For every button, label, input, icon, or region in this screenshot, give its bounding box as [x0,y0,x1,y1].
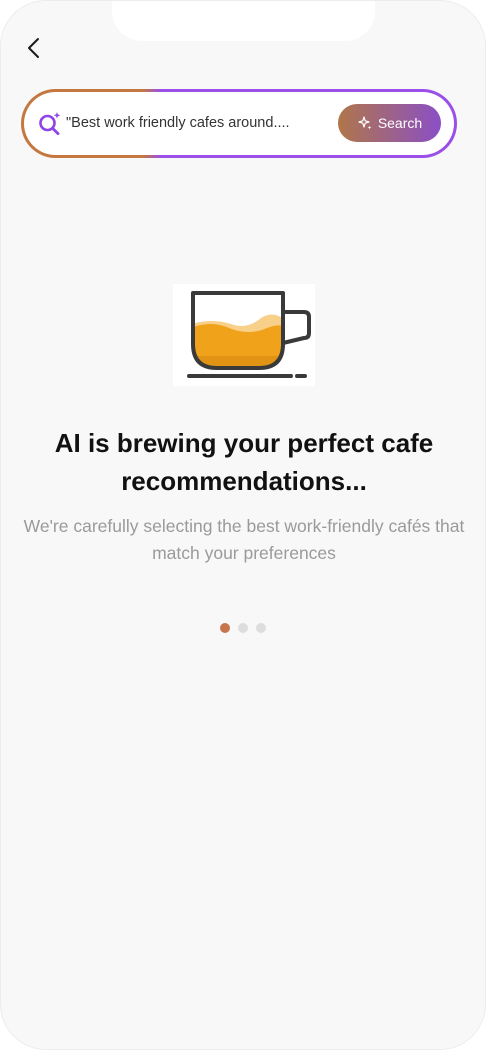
search-button-label: Search [377,115,423,131]
device-notch [112,1,375,41]
loading-subtitle: We're carefully selecting the best work-… [23,516,465,563]
search-button[interactable]: Search [338,104,441,142]
progress-dot [220,623,230,633]
chevron-left-icon [28,38,39,58]
coffee-cup-illustration [173,284,315,386]
back-button[interactable] [19,33,47,63]
phone-screen: Search AI is brewing your perfect cafe r… [0,0,486,1050]
loading-title: AI is brewing your perfect cafe recommen… [54,428,434,496]
progress-dot [238,623,248,633]
search-input[interactable] [66,112,316,134]
sparkle-icon [358,116,372,130]
search-bar-inner: Search [24,92,454,155]
sparkle-search-icon [39,112,61,136]
progress-dots [220,623,266,633]
progress-dot [256,623,266,633]
search-bar: Search [21,89,457,158]
